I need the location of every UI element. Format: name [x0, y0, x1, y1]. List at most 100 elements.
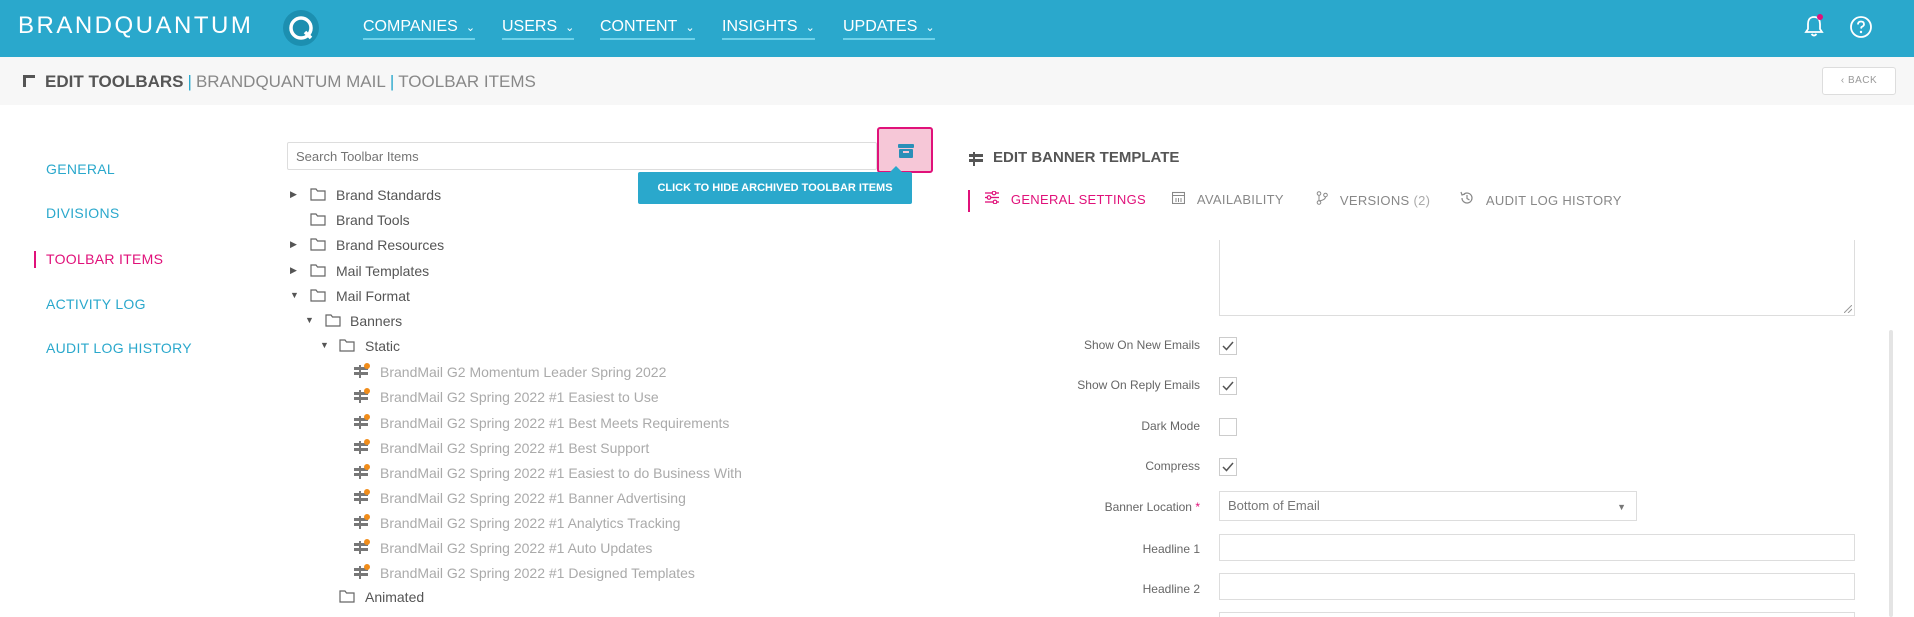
banner-location-value: Bottom of Email: [1228, 498, 1320, 513]
tab-audit-log-history[interactable]: AUDIT LOG HISTORY: [1460, 191, 1622, 208]
banner-item-icon: [354, 414, 370, 433]
tree-folder-label: Brand Tools: [336, 212, 410, 228]
resize-handle-icon[interactable]: [1844, 305, 1852, 313]
back-button[interactable]: ‹ BACK: [1822, 67, 1896, 95]
caret-down-icon[interactable]: ▼: [290, 290, 299, 300]
tree-folder[interactable]: ▶ Mail Templates: [290, 262, 590, 282]
next-input-partial[interactable]: [1219, 612, 1855, 617]
caret-right-icon[interactable]: ▶: [290, 239, 297, 250]
breadcrumb-separator: |: [187, 72, 192, 91]
sliders-icon: [985, 190, 999, 207]
breadcrumb-brandquantum-mail[interactable]: BRANDQUANTUM MAIL: [196, 72, 386, 91]
tree-item[interactable]: BrandMail G2 Spring 2022 #1 Best Meets R…: [354, 413, 754, 433]
headline2-label: Headline 2: [1142, 582, 1200, 596]
tab-general-settings[interactable]: GENERAL SETTINGS: [985, 190, 1146, 207]
tree-item[interactable]: BrandMail G2 Spring 2022 #1 Best Support: [354, 438, 754, 458]
tree-folder-label: Animated: [365, 589, 425, 605]
tree-item-label: BrandMail G2 Spring 2022 #1 Banner Adver…: [380, 490, 686, 506]
caret-right-icon[interactable]: ▶: [290, 265, 297, 276]
tab-label: VERSIONS: [1339, 193, 1410, 208]
bell-icon[interactable]: [1803, 14, 1825, 43]
tree-item[interactable]: BrandMail G2 Momentum Leader Spring 2022: [354, 362, 754, 382]
nav-content[interactable]: CONTENT ⌄: [600, 18, 695, 40]
description-textarea[interactable]: [1219, 240, 1855, 316]
tree-folder-label: Static: [365, 338, 401, 354]
tree-folder[interactable]: ▼ Mail Format: [290, 287, 590, 307]
check-icon: [1222, 381, 1234, 391]
dark-mode-checkbox[interactable]: [1219, 418, 1237, 436]
active-tab-indicator: [968, 190, 970, 212]
tree-folder[interactable]: ▶ Brand Standards: [290, 186, 590, 206]
tree-folder[interactable]: Animated: [320, 588, 620, 608]
tree-item[interactable]: BrandMail G2 Spring 2022 #1 Banner Adver…: [354, 488, 754, 508]
banner-item-icon: [354, 363, 370, 382]
search-input[interactable]: [287, 142, 877, 170]
toolbar-icon: [22, 74, 36, 93]
tab-label: GENERAL SETTINGS: [1010, 192, 1146, 207]
compress-label: Compress: [1145, 459, 1200, 473]
caret-down-icon: ▼: [1617, 502, 1626, 512]
show-on-new-checkbox[interactable]: [1219, 337, 1237, 355]
check-icon: [1222, 341, 1234, 351]
leftnav-toolbar-items[interactable]: TOOLBAR ITEMS: [46, 251, 163, 267]
tree-item-label: BrandMail G2 Momentum Leader Spring 2022: [380, 364, 667, 380]
folder-icon: [310, 212, 326, 229]
panel-scrollbar[interactable]: [1889, 330, 1893, 617]
banner-location-select[interactable]: Bottom of Email ▼: [1219, 491, 1637, 521]
dark-mode-label: Dark Mode: [1141, 419, 1200, 433]
archive-toggle-button[interactable]: [877, 127, 933, 173]
tree-item[interactable]: BrandMail G2 Spring 2022 #1 Easiest to d…: [354, 463, 774, 483]
tree-item[interactable]: BrandMail G2 Spring 2022 #1 Auto Updates: [354, 538, 754, 558]
caret-down-icon[interactable]: ▼: [305, 315, 314, 325]
banner-location-label: Banner Location *: [960, 500, 1200, 514]
nav-companies[interactable]: COMPANIES ⌄: [363, 18, 476, 40]
headline2-input[interactable]: [1219, 573, 1855, 600]
tree-item-label: BrandMail G2 Spring 2022 #1 Easiest to U…: [380, 389, 659, 405]
banner-item-icon: [354, 564, 370, 583]
leftnav-general[interactable]: GENERAL: [46, 161, 115, 177]
nav-insights[interactable]: INSIGHTS ⌄: [722, 18, 815, 40]
leftnav-divisions[interactable]: DIVISIONS: [46, 205, 120, 221]
leftnav-activity-log[interactable]: ACTIVITY LOG: [46, 296, 146, 312]
tree-folder[interactable]: ▼ Static: [320, 337, 620, 357]
folder-icon: [325, 313, 341, 330]
tree-item-label: BrandMail G2 Spring 2022 #1 Best Meets R…: [380, 415, 730, 431]
leftnav-audit-log-history[interactable]: AUDIT LOG HISTORY: [46, 340, 192, 356]
tab-versions[interactable]: VERSIONS (2): [1316, 191, 1430, 208]
tab-availability[interactable]: AVAILABILITY: [1171, 191, 1284, 207]
archive-icon: [898, 144, 914, 158]
headline1-input[interactable]: [1219, 534, 1855, 561]
tree-folder-label: Brand Standards: [336, 187, 442, 203]
nav-updates[interactable]: UPDATES ⌄: [843, 18, 935, 40]
brand-logo-text[interactable]: BRANDQUANTUM: [18, 12, 253, 40]
tree-item-label: BrandMail G2 Spring 2022 #1 Easiest to d…: [380, 465, 742, 481]
brand-logo-icon[interactable]: [283, 10, 319, 46]
nav-users[interactable]: USERS ⌄: [502, 18, 575, 40]
chevron-left-icon: ‹: [1840, 75, 1848, 86]
nav-label: USERS: [502, 18, 558, 35]
breadcrumb-toolbar-items: TOOLBAR ITEMS: [398, 72, 536, 91]
compress-checkbox[interactable]: [1219, 458, 1237, 476]
tree-folder-label: Banners: [350, 313, 403, 329]
tree-folder[interactable]: Brand Tools: [290, 211, 590, 231]
banner-item-icon: [354, 388, 370, 407]
help-icon[interactable]: [1849, 15, 1873, 44]
nav-label: INSIGHTS: [722, 18, 798, 35]
tree-folder[interactable]: ▶ Brand Resources: [290, 236, 590, 256]
breadcrumb-edit-toolbars[interactable]: EDIT TOOLBARS: [45, 72, 184, 91]
folder-icon: [310, 288, 326, 305]
show-on-reply-label: Show On Reply Emails: [1077, 378, 1200, 392]
tree-item[interactable]: BrandMail G2 Spring 2022 #1 Easiest to U…: [354, 387, 754, 407]
banner-template-icon: [969, 152, 983, 171]
tree-folder-label: Mail Format: [336, 288, 410, 304]
tree-item[interactable]: BrandMail G2 Spring 2022 #1 Designed Tem…: [354, 563, 754, 583]
chevron-down-icon: ⌄: [465, 22, 476, 34]
chevron-down-icon: ⌄: [805, 22, 815, 34]
tree-item[interactable]: BrandMail G2 Spring 2022 #1 Analytics Tr…: [354, 513, 754, 533]
show-on-reply-checkbox[interactable]: [1219, 377, 1237, 395]
banner-item-icon: [354, 439, 370, 458]
tree-folder-label: Mail Templates: [336, 263, 430, 279]
caret-right-icon[interactable]: ▶: [290, 189, 297, 200]
tree-folder[interactable]: ▼ Banners: [305, 312, 605, 332]
caret-down-icon[interactable]: ▼: [320, 340, 329, 350]
